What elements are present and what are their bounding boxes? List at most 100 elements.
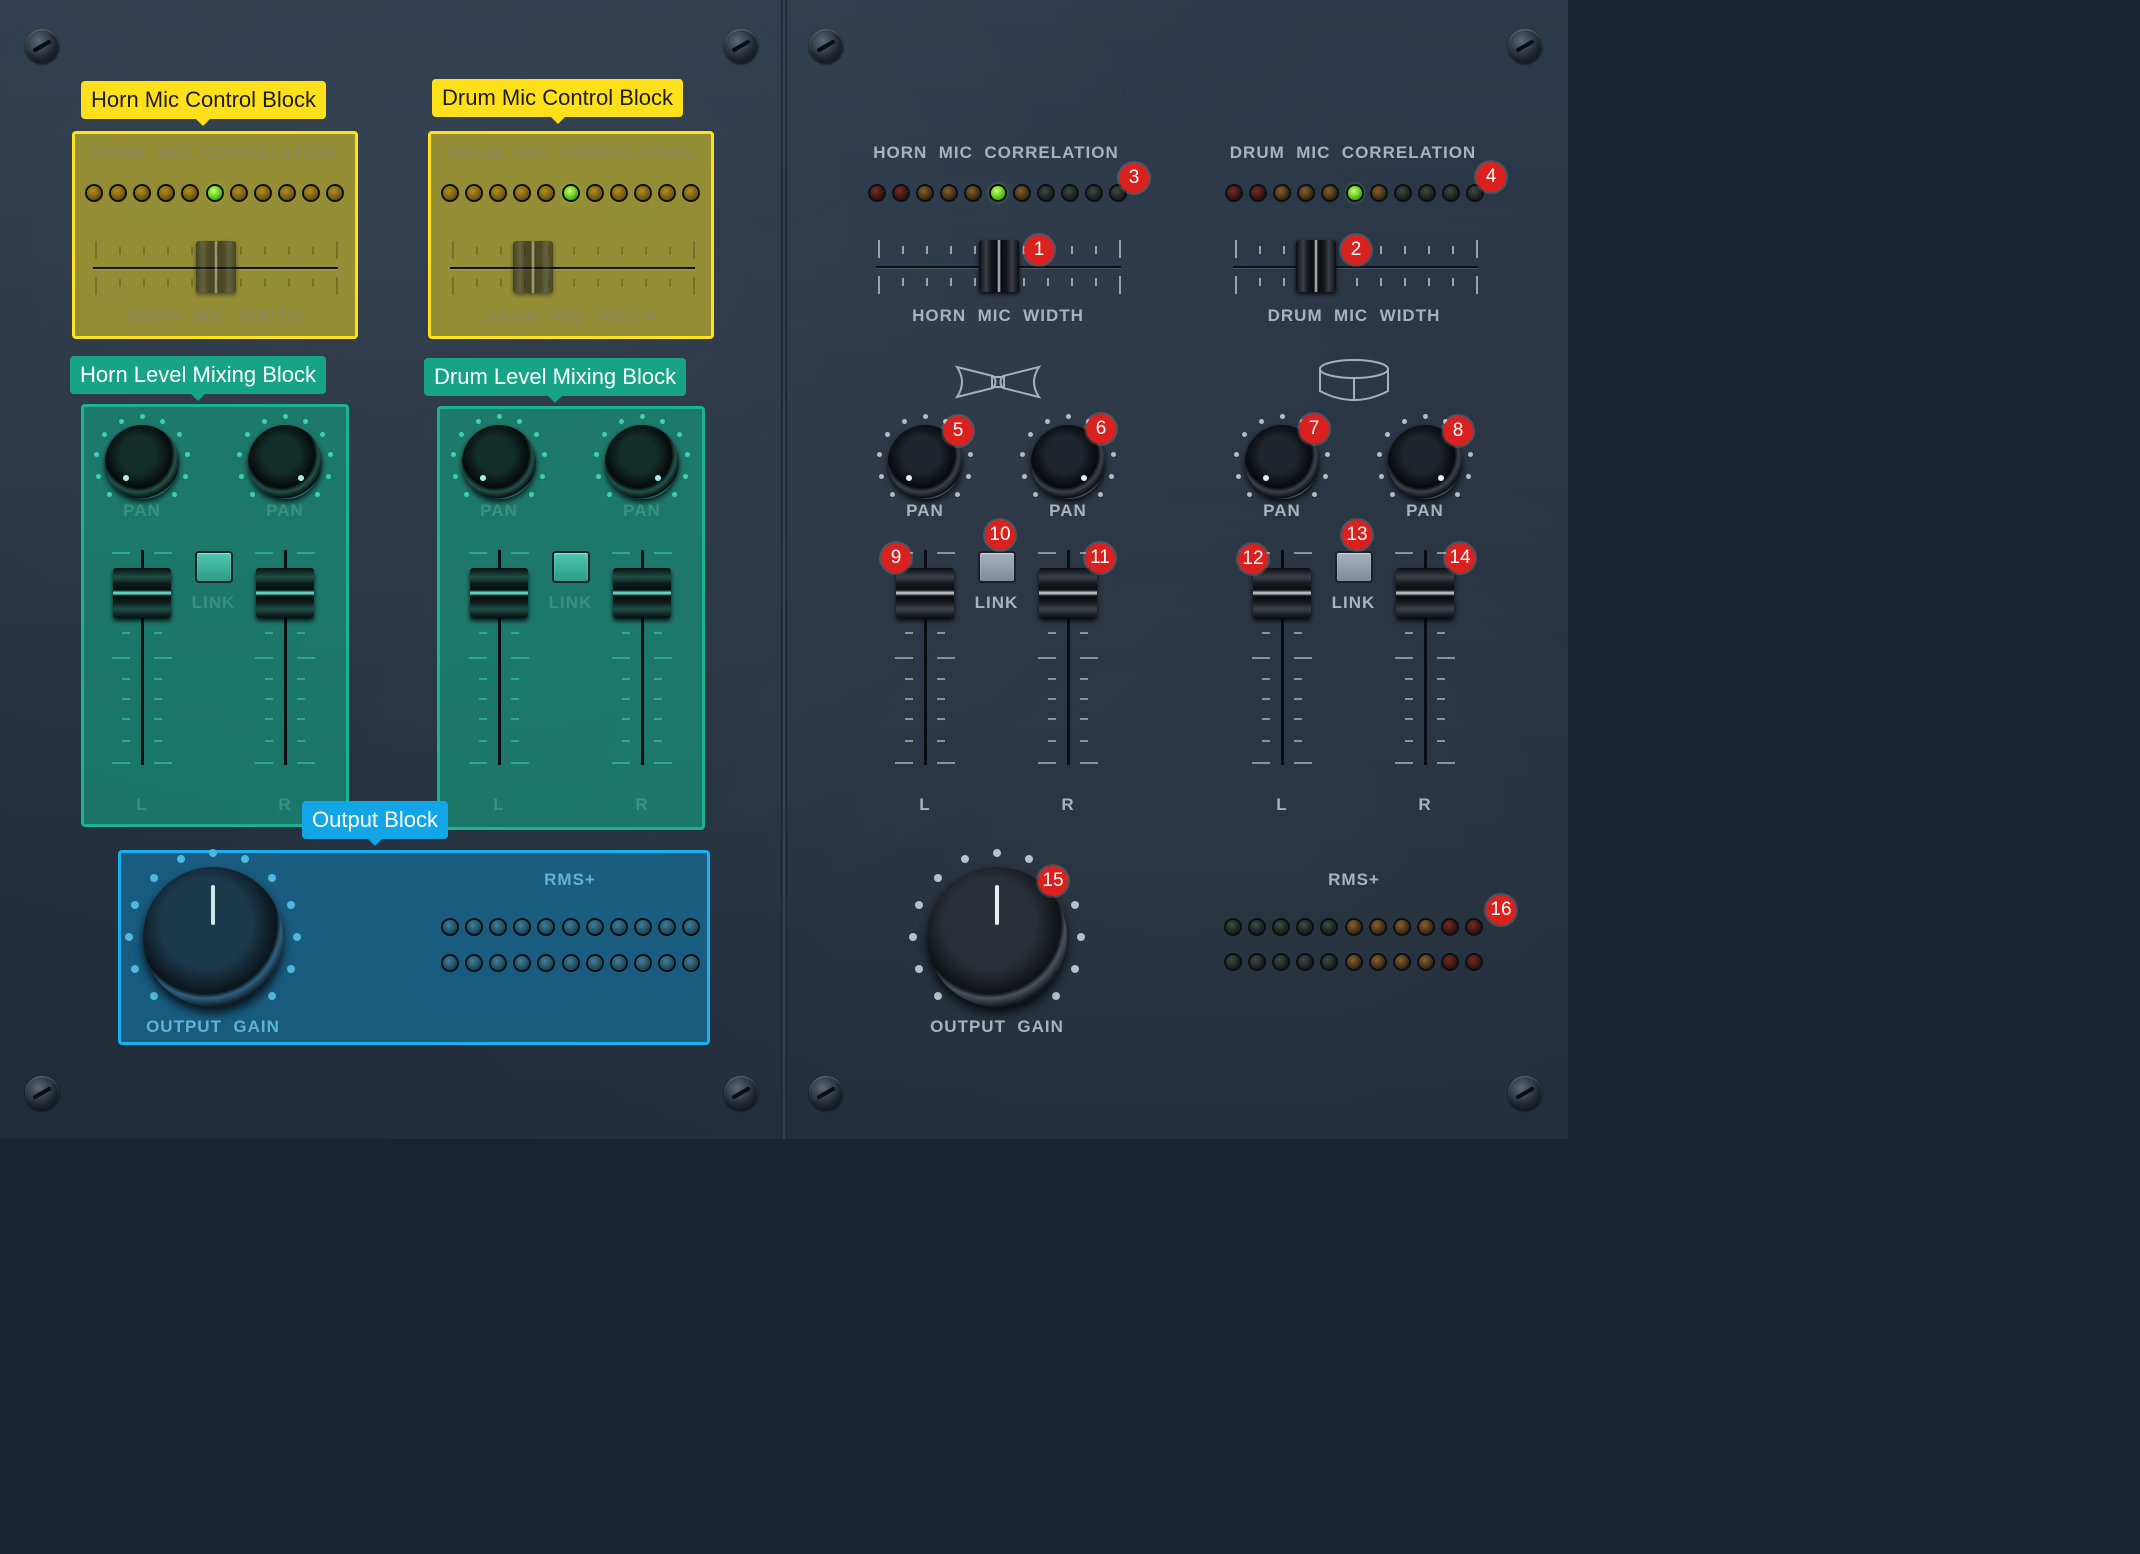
correlation-led xyxy=(1062,186,1077,200)
output-gain-knob[interactable] xyxy=(143,867,283,1007)
slider-tick xyxy=(476,247,479,255)
fader-thumb[interactable] xyxy=(1039,568,1097,618)
slider-tick xyxy=(1119,240,1121,258)
fader-tick xyxy=(1080,632,1088,634)
correlation-led xyxy=(1323,186,1338,200)
slider-tick xyxy=(596,279,599,287)
rms-led xyxy=(1274,920,1289,934)
fader-tick xyxy=(1252,762,1270,764)
knob-scale-dot xyxy=(1312,492,1318,498)
pan-label: PAN xyxy=(906,501,944,520)
correlation-led xyxy=(231,186,246,200)
knob-scale-dot xyxy=(660,418,666,424)
knob-scale-dot xyxy=(315,492,321,498)
slider-tick xyxy=(1355,278,1358,286)
slider-tick xyxy=(1022,278,1025,286)
slider-thumb[interactable] xyxy=(195,241,236,293)
correlation-led xyxy=(635,186,650,200)
fader-thumb[interactable] xyxy=(256,568,314,618)
slider-tick xyxy=(1451,246,1454,254)
knob-indicator xyxy=(654,474,661,481)
callout-badge-6: 6 xyxy=(1086,414,1116,444)
left-channel-label: L xyxy=(136,795,148,814)
pan-knob[interactable] xyxy=(605,425,679,499)
knob-scale-dot xyxy=(1109,473,1115,479)
knob-scale-dot xyxy=(1279,413,1285,419)
gain-scale-dot xyxy=(149,873,158,882)
correlation-led xyxy=(207,186,222,200)
fader-tick xyxy=(654,740,662,742)
knob-scale-dot xyxy=(463,492,469,498)
slider-thumb[interactable] xyxy=(978,240,1019,292)
callout-badge-16: 16 xyxy=(1486,895,1516,925)
slider-thumb[interactable] xyxy=(513,241,554,293)
fader-tick xyxy=(511,552,529,554)
knob-scale-dot xyxy=(1021,473,1027,479)
pan-knob[interactable] xyxy=(248,425,322,499)
slider-tick xyxy=(119,247,122,255)
fader-tick xyxy=(511,718,519,720)
fader-thumb[interactable] xyxy=(613,568,671,618)
fader-thumb[interactable] xyxy=(113,568,171,618)
fader-tick xyxy=(1437,762,1455,764)
pan-knob[interactable] xyxy=(105,425,179,499)
fader-tick xyxy=(297,678,305,680)
slider-tick xyxy=(902,246,905,254)
callout-badge-2: 2 xyxy=(1341,235,1371,265)
knob-scale-dot xyxy=(496,413,502,419)
fader-tick xyxy=(937,657,955,659)
fader-tick xyxy=(122,678,130,680)
knob-scale-dot xyxy=(1235,473,1241,479)
rms-label: RMS+ xyxy=(544,870,596,889)
link-button[interactable] xyxy=(1336,553,1371,581)
link-button[interactable] xyxy=(196,553,231,581)
fader-tick xyxy=(622,632,630,634)
fader-tick xyxy=(937,718,945,720)
slider-tick xyxy=(1094,278,1097,286)
fader-tick xyxy=(622,740,630,742)
slider-tick xyxy=(119,279,122,287)
knob-scale-dot xyxy=(1020,452,1026,458)
fader-tick xyxy=(297,552,315,554)
fader-thumb[interactable] xyxy=(470,568,528,618)
fader-tick xyxy=(297,740,305,742)
slider-thumb[interactable] xyxy=(1296,240,1337,292)
slider-tick xyxy=(644,279,647,287)
rms-led xyxy=(1346,920,1361,934)
fader-thumb[interactable] xyxy=(896,568,954,618)
correlation-led xyxy=(255,186,270,200)
fader-thumb[interactable] xyxy=(1253,568,1311,618)
pan-label: PAN xyxy=(123,501,161,520)
link-button[interactable] xyxy=(979,553,1014,581)
slider-tick xyxy=(167,247,170,255)
gain-scale-dot xyxy=(286,965,295,974)
fader-thumb[interactable] xyxy=(1396,568,1454,618)
fader-tick xyxy=(1294,698,1302,700)
fader-tick xyxy=(479,740,487,742)
gain-scale-dot xyxy=(1052,992,1061,1001)
fader-tick xyxy=(1437,632,1445,634)
fader-tick xyxy=(297,718,305,720)
fader-tick xyxy=(255,762,273,764)
knob-scale-dot xyxy=(1098,492,1104,498)
pan-label: PAN xyxy=(1263,501,1301,520)
gain-scale-dot xyxy=(933,992,942,1001)
knob-indicator xyxy=(480,474,487,481)
knob-scale-dot xyxy=(639,413,645,419)
link-button[interactable] xyxy=(553,553,588,581)
callout-badge-3: 3 xyxy=(1119,163,1149,193)
gain-scale-dot xyxy=(1070,965,1079,974)
correlation-led xyxy=(443,186,457,200)
rms-led xyxy=(1370,955,1385,969)
slider-tick xyxy=(572,279,575,287)
slider-tick xyxy=(974,246,977,254)
slider-tick xyxy=(1235,240,1237,258)
knob-scale-dot xyxy=(967,452,973,458)
rms-led xyxy=(659,956,674,970)
knob-scale-dot xyxy=(517,418,523,424)
pan-knob[interactable] xyxy=(462,425,536,499)
knob-scale-dot xyxy=(889,492,895,498)
fader-tick xyxy=(122,632,130,634)
knob-indicator xyxy=(906,474,913,481)
fader-tick xyxy=(265,718,273,720)
